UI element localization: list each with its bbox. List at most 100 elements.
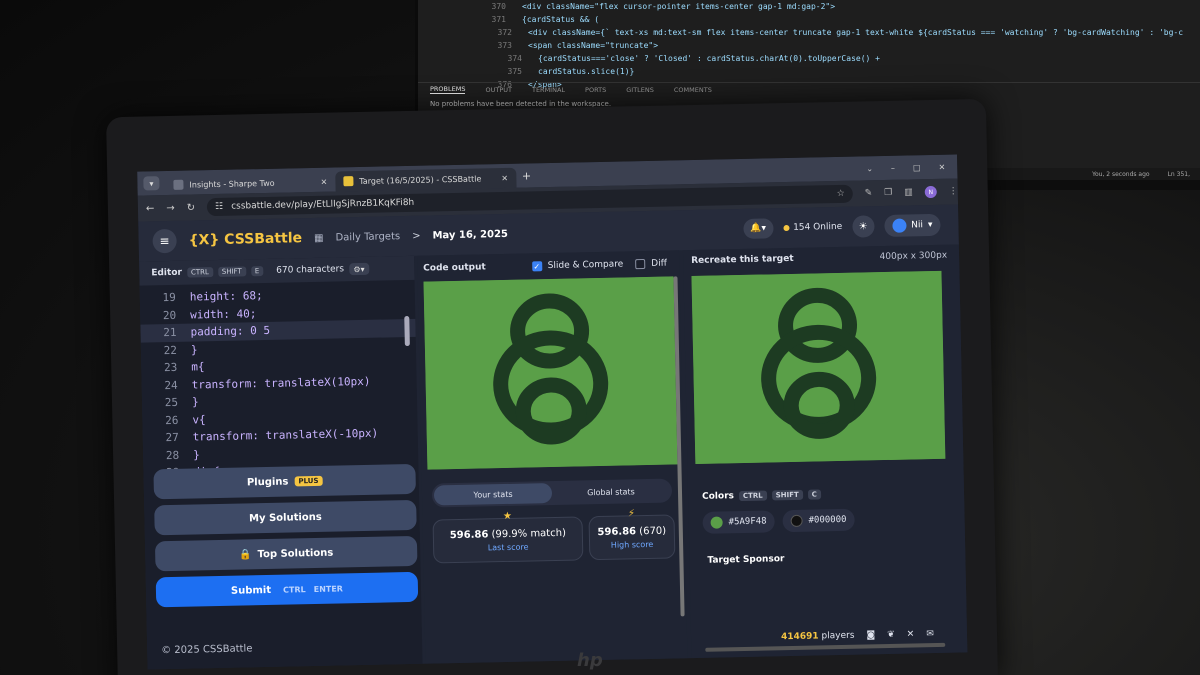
tab-title: Target (16/5/2025) - CSSBattle: [359, 173, 482, 186]
sidebar-icon[interactable]: ▥: [904, 187, 913, 197]
target-scrollbar[interactable]: [705, 642, 946, 652]
line-code: cardStatus.slice(1)}: [538, 67, 635, 76]
vscode-panel-tab[interactable]: OUTPUT: [485, 86, 512, 94]
lock-icon: 🔒: [238, 548, 252, 561]
line-number: 20: [162, 308, 177, 322]
line-code: }: [192, 448, 200, 462]
vscode-panel-tab[interactable]: GITLENS: [626, 86, 654, 94]
shortcut-key: SHIFT: [217, 266, 246, 277]
line-number: 374: [507, 54, 522, 63]
editor-buttons: Plugins PLUS My Solutions 🔒 Top Solution…: [153, 463, 419, 608]
color-dot-icon: [790, 514, 803, 528]
mail-icon[interactable]: ✉: [926, 629, 934, 639]
minimize-icon[interactable]: –: [891, 163, 895, 172]
last-score-label: Last score: [487, 542, 529, 552]
code-editor[interactable]: 19 height: 68; 20 width: 40; 21 padding: 0 5 2…: [140, 280, 419, 482]
my-solutions-button[interactable]: My Solutions: [154, 499, 417, 536]
line-code: {cardStatus && (: [522, 15, 600, 24]
vscode-panel-tab[interactable]: PROBLEMS: [430, 85, 466, 94]
color-swatch-green[interactable]: #5A9F48: [702, 510, 775, 534]
theme-toggle-sun-icon[interactable]: ☀: [851, 215, 875, 238]
target-canvas[interactable]: [691, 270, 946, 465]
shortcut-key: C: [807, 489, 822, 500]
line-number: 19: [162, 291, 176, 305]
tab-your-stats[interactable]: Your stats: [433, 483, 553, 506]
output-canvas[interactable]: [423, 276, 678, 470]
line-code: {cardStatus==='close' ? 'Closed' : cardS…: [538, 54, 880, 63]
editor-panel: Editor CTRL SHIFT E 670 characters ⚙▾ 19…: [139, 255, 423, 670]
tab-dropdown-icon[interactable]: ⌄: [866, 164, 873, 173]
shortcut-key: CTRL: [738, 490, 767, 502]
top-solutions-button[interactable]: 🔒 Top Solutions: [154, 535, 418, 572]
hamburger-menu-icon[interactable]: ≡: [152, 228, 177, 254]
avatar: [892, 218, 907, 233]
vscode-panel-tab[interactable]: COMMENTS: [674, 86, 712, 94]
user-name: Nii: [911, 220, 924, 231]
color-hex: #5A9F48: [728, 516, 767, 528]
x-icon[interactable]: ✕: [907, 629, 915, 639]
cssbattle-logo[interactable]: {X} CSSBattle: [188, 230, 302, 248]
new-tab-button[interactable]: +: [522, 169, 531, 182]
target-title: Recreate this target: [691, 253, 794, 267]
diff-checkbox[interactable]: [635, 259, 646, 270]
bookmark-star-icon[interactable]: ☆: [837, 189, 845, 199]
close-tab-icon[interactable]: ✕: [501, 173, 508, 182]
back-icon[interactable]: ←: [146, 203, 155, 214]
extensions-icon[interactable]: ❐: [884, 188, 892, 198]
header-actions: 🔔▾ 154 Online ☀ Nii ▾: [742, 213, 959, 240]
tab-search-button[interactable]: ▾: [143, 176, 160, 191]
high-score-card: ⚡ 596.86 (670) High score: [588, 508, 676, 561]
close-window-icon[interactable]: ✕: [938, 162, 945, 171]
copyright: © 2025 CSSBattle: [161, 643, 253, 657]
profile-avatar[interactable]: N: [924, 185, 937, 199]
editor-scrollbar[interactable]: [404, 315, 410, 347]
color-hex: #000000: [808, 514, 847, 526]
site-info-icon[interactable]: ☷: [215, 202, 223, 212]
online-count-text: 154 Online: [793, 221, 843, 233]
players-count: 414691 players: [781, 631, 855, 643]
line-code: }: [190, 343, 198, 357]
character-count: 670 characters: [276, 264, 345, 276]
plugins-label: Plugins: [246, 476, 289, 488]
plugins-button[interactable]: Plugins PLUS: [153, 463, 416, 500]
pen-extension-icon[interactable]: ✎: [865, 188, 873, 198]
gear-icon[interactable]: ⚙▾: [348, 262, 370, 276]
user-menu[interactable]: Nii ▾: [883, 213, 941, 238]
line-number: 375: [507, 67, 522, 76]
my-solutions-label: My Solutions: [248, 511, 322, 524]
target-panel: Recreate this target 400px x 300px Color…: [682, 244, 968, 659]
git-blame-status: You, 2 seconds ago: [1092, 170, 1150, 178]
window-controls: ⌄ – □ ✕: [866, 162, 957, 173]
notifications-bell-icon[interactable]: 🔔▾: [742, 218, 774, 239]
line-code: <div className={` text-xs md:text-sm fle…: [528, 28, 1184, 37]
submit-key: ENTER: [313, 583, 344, 594]
target-size: 400px x 300px: [879, 250, 948, 263]
bluesky-icon[interactable]: ❦: [887, 630, 895, 640]
breadcrumb-daily-targets[interactable]: Daily Targets: [335, 231, 400, 243]
submit-button[interactable]: Submit CTRL ENTER: [155, 571, 419, 608]
reload-icon[interactable]: ↻: [187, 202, 196, 213]
vscode-code-line: 375 cardStatus.slice(1)}: [418, 65, 1200, 78]
browser-menu-icon[interactable]: ⋮: [949, 186, 958, 196]
lightning-icon: ⚡: [627, 508, 636, 520]
tab-global-stats[interactable]: Global stats: [552, 481, 670, 503]
vscode-panel-tab[interactable]: PORTS: [585, 86, 606, 94]
output-title: Code output: [423, 262, 486, 274]
line-number: 24: [164, 378, 178, 392]
high-score-extra: (670): [639, 525, 667, 537]
close-tab-icon[interactable]: ✕: [320, 177, 327, 186]
stats-tabs: Your stats Global stats: [431, 478, 673, 508]
laptop: ▾ Insights - Sharpe Two ✕ Target (16/5/2…: [106, 98, 998, 675]
hp-logo: hp: [577, 650, 603, 671]
vscode-panel-tab[interactable]: TERMINAL: [532, 86, 565, 94]
shortcut-key: SHIFT: [771, 489, 803, 501]
slide-compare-checkbox[interactable]: ✓: [531, 261, 542, 272]
target-sponsor-label: Target Sponsor: [707, 554, 785, 566]
high-score-label: High score: [610, 539, 654, 550]
maximize-icon[interactable]: □: [913, 163, 921, 172]
cssbattle-favicon-icon: [343, 176, 354, 187]
color-swatch-black[interactable]: #000000: [782, 508, 855, 533]
discord-icon[interactable]: ◙: [866, 630, 875, 640]
forward-icon[interactable]: →: [166, 202, 175, 213]
color-swatches: #5A9F48 #000000: [702, 506, 964, 534]
